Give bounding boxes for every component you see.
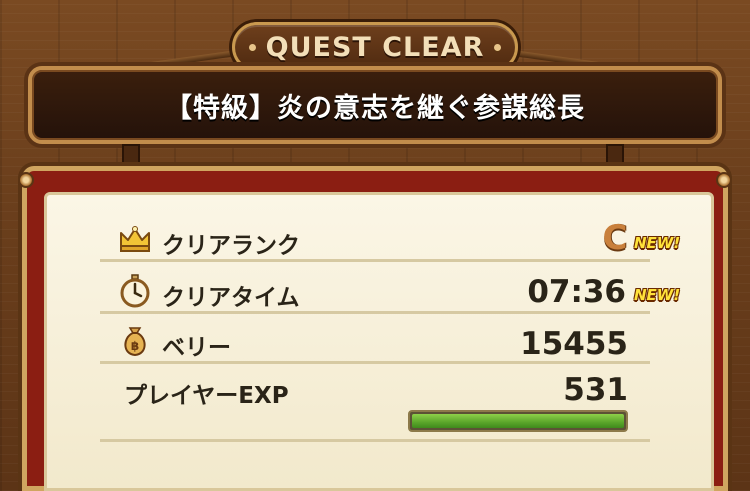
corner-rivet-icon (18, 172, 34, 188)
result-row-berry: ฿ ベリー 15455 (100, 320, 650, 364)
clear-rank-label: クリアランク (162, 233, 300, 259)
clear-time-value: 07:36 (527, 274, 626, 310)
rivet-icon (248, 43, 256, 51)
money-bag-icon: ฿ (124, 327, 146, 357)
clear-time-label: クリアタイム (162, 285, 300, 311)
header-title: QUEST CLEAR (265, 31, 485, 63)
banner-post (122, 144, 140, 166)
exp-progress-bar (408, 410, 628, 432)
berry-label: ベリー (162, 335, 231, 361)
result-row-clear-time: クリアタイム 07:36 (100, 270, 650, 314)
quest-clear-header: QUEST CLEAR (232, 22, 518, 72)
new-badge: NEW! (634, 234, 681, 252)
quest-title-banner: 【特級】炎の意志を継ぐ参謀総長 (28, 66, 722, 144)
clear-rank-value: C (602, 218, 628, 258)
crown-icon (120, 226, 150, 252)
berry-value: 15455 (520, 326, 628, 362)
new-badge: NEW! (634, 286, 681, 304)
quest-name: 【特級】炎の意志を継ぐ参謀総長 (165, 92, 585, 124)
stopwatch-icon (120, 274, 150, 308)
rivet-icon (494, 43, 502, 51)
svg-text:฿: ฿ (131, 339, 139, 353)
player-exp-value: 531 (563, 372, 628, 408)
player-exp-label: プレイヤーEXP (124, 383, 289, 409)
result-row-clear-rank: クリアランク C (100, 218, 650, 262)
exp-progress-fill (412, 414, 624, 428)
banner-post (606, 144, 624, 166)
corner-rivet-icon (716, 172, 732, 188)
